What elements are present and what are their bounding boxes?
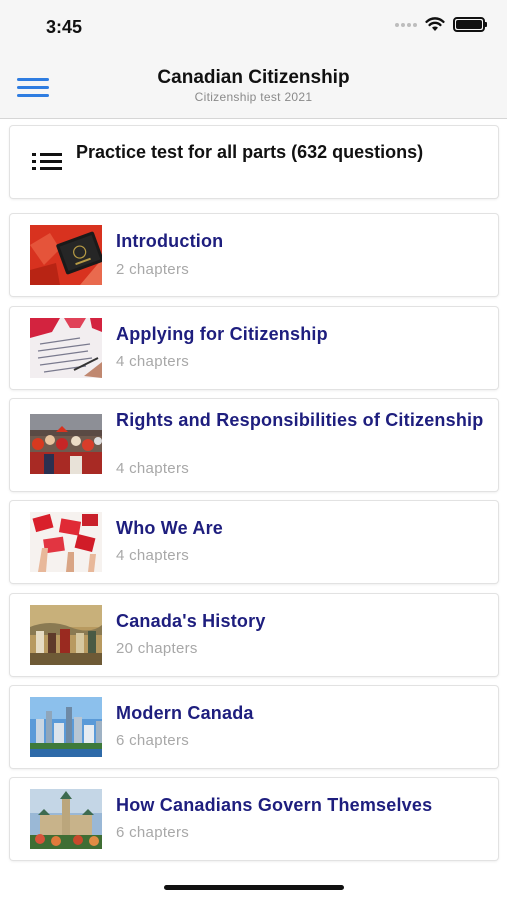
- chapter-title: Applying for Citizenship: [116, 324, 328, 344]
- chapter-item-canadas-history[interactable]: Canada's History 20 chapters: [10, 594, 498, 676]
- chapter-count: 4 chapters: [116, 460, 190, 477]
- navigation-bar: Canadian Citizenship Citizenship test 20…: [0, 52, 507, 119]
- chapter-title: Canada's History: [116, 611, 266, 631]
- chapter-item-modern-canada[interactable]: Modern Canada 6 chapters: [10, 686, 498, 768]
- chapter-item-introduction[interactable]: Introduction 2 chapters: [10, 214, 498, 296]
- status-bar: 3:45: [0, 0, 507, 52]
- practice-test-card[interactable]: Practice test for all parts (632 questio…: [10, 126, 498, 198]
- chapter-count: 4 chapters: [116, 353, 190, 370]
- application-form-image: [30, 318, 102, 378]
- historical-painting-image: [30, 605, 102, 665]
- chapter-title: Who We Are: [116, 518, 224, 538]
- chapter-item-how-canadians-govern-themselves[interactable]: How Canadians Govern Themselves 6 chapte…: [10, 778, 498, 860]
- chapter-count: 4 chapters: [116, 547, 190, 564]
- battery-icon: [453, 17, 487, 32]
- chapter-item-applying-for-citizenship[interactable]: Applying for Citizenship 4 chapters: [10, 307, 498, 389]
- app-title: Canadian Citizenship: [157, 67, 350, 88]
- chapter-count: 2 chapters: [116, 261, 190, 278]
- home-indicator[interactable]: [164, 885, 344, 890]
- app-subtitle: Citizenship test 2021: [194, 90, 313, 104]
- chapter-count: 6 chapters: [116, 824, 190, 841]
- chapter-count: 6 chapters: [116, 732, 190, 749]
- list-icon: [32, 153, 62, 171]
- crowd-image: [30, 414, 102, 474]
- parliament-image: [30, 789, 102, 849]
- chapter-title: Introduction: [116, 231, 224, 251]
- chapter-title: Rights and Responsibilities of Citizensh…: [116, 410, 484, 430]
- status-time: 3:45: [46, 17, 83, 37]
- waving-flags-image: [30, 512, 102, 572]
- status-icons: [395, 17, 487, 32]
- practice-test-label: Practice test for all parts (632 questio…: [76, 142, 424, 162]
- city-skyline-image: [30, 697, 102, 757]
- cellular-signal-icon: [395, 22, 417, 27]
- chapter-item-who-we-are[interactable]: Who We Are 4 chapters: [10, 501, 498, 583]
- chapter-count: 20 chapters: [116, 640, 198, 657]
- chapter-item-rights-and-responsibilities[interactable]: Rights and Responsibilities of Citizensh…: [10, 399, 498, 491]
- chapter-title: Modern Canada: [116, 703, 254, 723]
- chapter-title: How Canadians Govern Themselves: [116, 795, 433, 815]
- passport-image: [30, 225, 102, 285]
- wifi-icon: [425, 17, 445, 31]
